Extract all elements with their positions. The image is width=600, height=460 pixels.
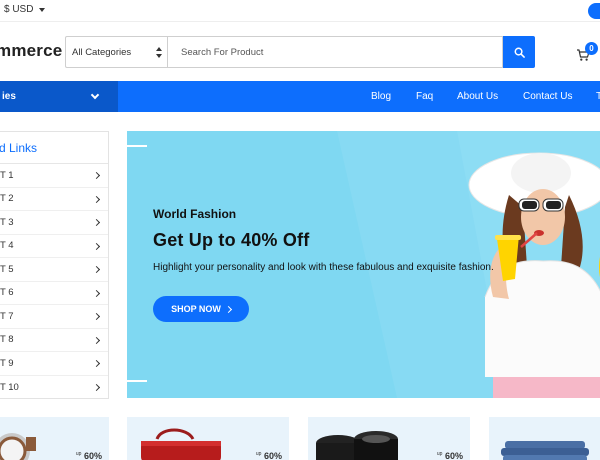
- page: $ USD mmerce All Categories 0: [0, 0, 600, 460]
- chevron-right-icon: [92, 242, 101, 250]
- site-logo[interactable]: mmerce: [0, 41, 62, 61]
- handbag-image: [141, 428, 221, 460]
- sidebar-item-label: T 9: [0, 357, 14, 369]
- categories-dropdown[interactable]: ies: [0, 81, 118, 112]
- search-button[interactable]: [503, 36, 535, 68]
- chevron-right-icon: [92, 383, 101, 391]
- cart-count-badge: 0: [585, 42, 598, 55]
- sidebar-item-label: T 3: [0, 216, 14, 228]
- chevron-right-icon: [92, 289, 101, 297]
- sidebar-item[interactable]: T 3: [0, 211, 108, 235]
- nav-link-blog[interactable]: Blog: [371, 91, 391, 102]
- search-bar: All Categories: [65, 36, 535, 68]
- header: mmerce All Categories 0: [0, 22, 600, 82]
- search-icon: [514, 47, 525, 58]
- product-card-handbag[interactable]: up 60%: [127, 417, 289, 460]
- card-offer-prefix: up: [255, 451, 262, 457]
- product-card-row: up 60% up 60% up 60%: [0, 417, 600, 460]
- top-bar: $ USD: [0, 0, 600, 22]
- chevron-right-icon: [224, 305, 232, 313]
- sidebar-item-label: T 7: [0, 310, 14, 322]
- currency-selector[interactable]: $ USD: [4, 4, 46, 15]
- sidebar-item[interactable]: T 7: [0, 305, 108, 329]
- sidebar-item[interactable]: T 10: [0, 376, 108, 400]
- nav-link-about[interactable]: About Us: [457, 91, 498, 102]
- card-offer-value: 60%: [263, 451, 282, 460]
- hero-banner: World Fashion Get Up to 40% Off Highligh…: [127, 131, 600, 398]
- sidebar-item-label: T 6: [0, 287, 14, 299]
- jeans-image: [501, 441, 589, 460]
- nav-link-contact[interactable]: Contact Us: [523, 91, 572, 102]
- card-offer-value: 60%: [444, 451, 463, 460]
- main-nav: ies Blog Faq About Us Contact Us T: [0, 81, 600, 112]
- chevron-down-icon: [90, 90, 100, 100]
- decorative-line: [127, 145, 147, 147]
- sidebar-item-label: T 10: [0, 381, 19, 393]
- currency-label: $ USD: [4, 4, 34, 15]
- sidebar-item-label: T 1: [0, 169, 14, 181]
- featured-links-sidebar: d Links T 1 T 2 T 3 T 4 T 5 T 6 T 7 T 8 …: [0, 131, 109, 399]
- product-card-lenses[interactable]: up 60%: [308, 417, 470, 460]
- shop-now-label: SHOP NOW: [171, 304, 221, 314]
- account-button[interactable]: [588, 3, 600, 19]
- categories-label: ies: [2, 91, 16, 102]
- chevron-right-icon: [92, 265, 101, 274]
- sidebar-item-label: T 5: [0, 263, 14, 275]
- chevron-right-icon: [92, 171, 101, 180]
- card-offer: up 60%: [76, 451, 102, 460]
- card-offer: up 60%: [437, 451, 463, 460]
- sidebar-item[interactable]: T 5: [0, 258, 108, 282]
- product-card-watch[interactable]: up 60%: [0, 417, 109, 460]
- category-select[interactable]: All Categories: [65, 36, 167, 68]
- search-input[interactable]: [167, 36, 503, 68]
- sidebar-item-label: T 4: [0, 240, 14, 252]
- sidebar-item[interactable]: T 6: [0, 282, 108, 305]
- chevron-right-icon: [92, 359, 101, 368]
- camera-lenses-image: [316, 431, 398, 460]
- sidebar-item[interactable]: T 9: [0, 352, 108, 376]
- banner-title: Get Up to 40% Off: [153, 230, 310, 250]
- sidebar-item[interactable]: T 2: [0, 188, 108, 211]
- sidebar-item-label: T 2: [0, 193, 14, 205]
- select-arrows-icon: [156, 47, 162, 59]
- decorative-line: [127, 380, 147, 382]
- sidebar-item-label: T 8: [0, 334, 14, 346]
- sidebar-item[interactable]: T 4: [0, 235, 108, 258]
- card-offer-prefix: up: [436, 451, 443, 457]
- shop-now-button[interactable]: SHOP NOW: [153, 296, 249, 322]
- chevron-right-icon: [92, 195, 101, 203]
- nav-link-faq[interactable]: Faq: [416, 91, 433, 102]
- card-offer: up 60%: [256, 451, 282, 460]
- banner-description: Highlight your personality and look with…: [153, 262, 494, 273]
- watch-image: [0, 433, 36, 460]
- category-select-value: All Categories: [72, 46, 132, 58]
- sidebar-item[interactable]: T 8: [0, 329, 108, 352]
- chevron-right-icon: [92, 218, 101, 227]
- chevron-right-icon: [92, 336, 101, 344]
- caret-down-icon: [39, 7, 46, 12]
- card-offer-prefix: up: [75, 451, 82, 457]
- product-card-jeans[interactable]: [489, 417, 600, 460]
- nav-link-more[interactable]: T: [596, 91, 600, 102]
- banner-subtitle: World Fashion: [153, 207, 237, 221]
- sidebar-item[interactable]: T 1: [0, 164, 108, 188]
- chevron-right-icon: [92, 312, 101, 321]
- sidebar-title: d Links: [0, 132, 108, 164]
- card-offer-value: 60%: [83, 451, 102, 460]
